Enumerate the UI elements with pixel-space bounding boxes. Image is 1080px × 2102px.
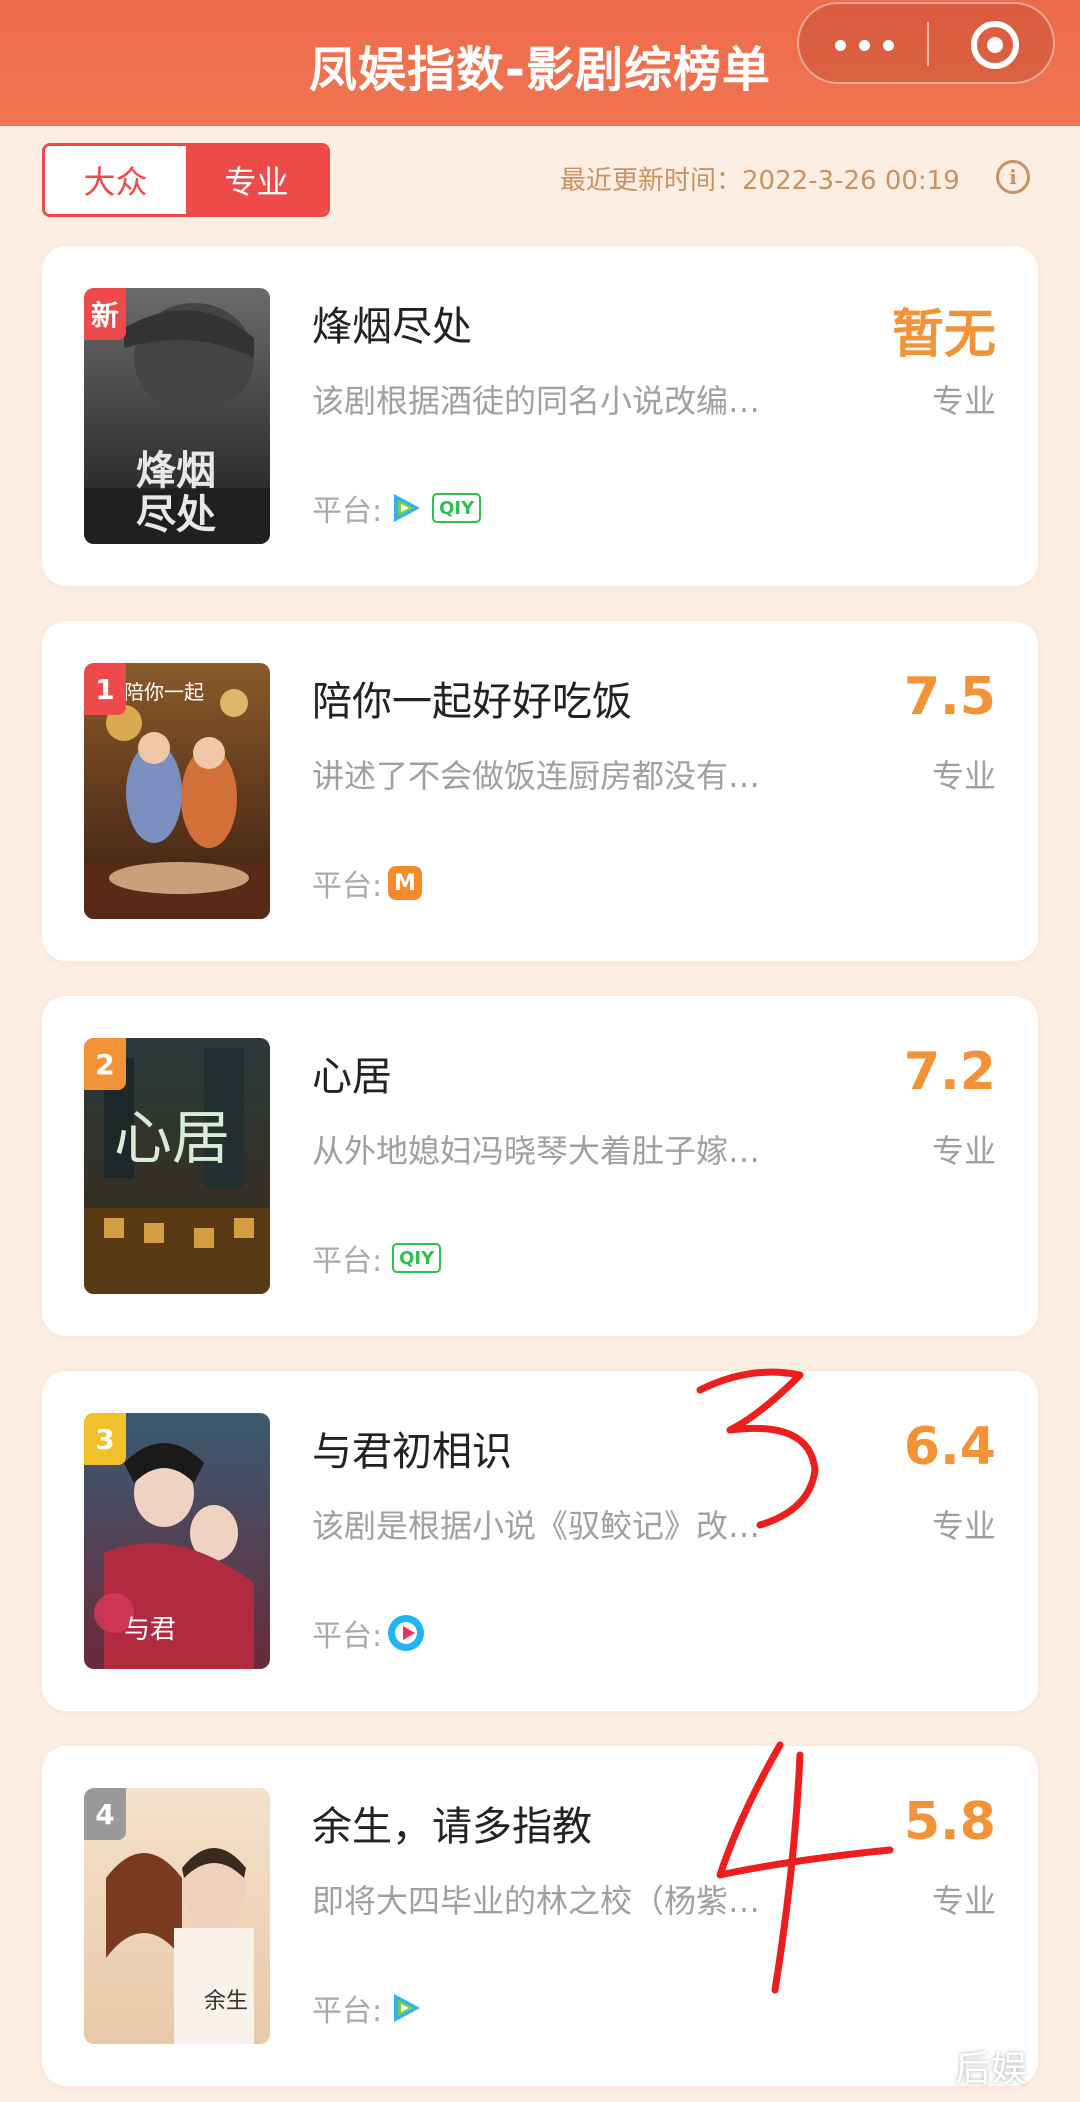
rank-badge: 2 <box>84 1038 126 1090</box>
audience-toggle: 大众 专业 <box>42 143 330 217</box>
score-type-label: 专业 <box>931 757 996 795</box>
poster-image: 烽烟 尽处 新 <box>84 288 270 544</box>
tencent-video-icon <box>394 494 421 522</box>
svg-text:尽处: 尽处 <box>136 492 216 538</box>
list-item[interactable]: 烽烟 尽处 新 烽烟尽处 该剧根据酒徒的同名小说改编… 平台: QIY 暂无 专… <box>42 246 1038 586</box>
platform-label: 平台: <box>312 1244 383 1279</box>
svg-text:与君: 与君 <box>124 1615 176 1645</box>
drama-title: 陪你一起好好吃饭 <box>312 679 632 725</box>
platform-row: 平台: QIY <box>312 1236 442 1280</box>
score-type-label: 专业 <box>931 1882 996 1920</box>
mango-tv-icon: M <box>388 866 423 900</box>
score-value: 6.4 <box>903 1417 996 1477</box>
rank-badge: 1 <box>84 663 126 715</box>
update-time: 最近更新时间：2022-3-26 00:19 <box>560 166 960 196</box>
tencent-video-icon <box>394 1994 421 2022</box>
score-value: 7.5 <box>903 667 996 727</box>
youku-icon <box>388 1615 425 1651</box>
mini-program-capsule <box>797 2 1055 84</box>
score-value: 暂无 <box>891 305 996 365</box>
toggle-public[interactable]: 大众 <box>45 146 186 214</box>
platform-row: 平台: <box>312 1611 425 1655</box>
drama-description: 该剧根据酒徒的同名小说改编… <box>312 382 761 420</box>
poster-image: 余生 4 <box>84 1788 270 2044</box>
score-value: 7.2 <box>903 1042 996 1102</box>
drama-description: 即将大四毕业的林之校（杨紫… <box>312 1882 761 1920</box>
list-item[interactable]: 心居 2 心居 从外地媳妇冯晓琴大着肚子嫁… 平台: QIY 7.2 专业 <box>42 996 1038 1336</box>
score-type-label: 专业 <box>931 1507 996 1545</box>
list-item[interactable]: 余生 4 余生，请多指教 即将大四毕业的林之校（杨紫… 平台: 5.8 专业 <box>42 1746 1038 2086</box>
poster-image: 陪你一起 1 <box>84 663 270 919</box>
header-bar: 凤娱指数-影剧综榜单 <box>0 0 1080 126</box>
platform-row: 平台: QIY <box>312 486 482 530</box>
svg-text:心居: 心居 <box>114 1104 230 1172</box>
platform-label: 平台: <box>312 869 383 904</box>
list-item[interactable]: 与君 3 与君初相识 该剧是根据小说《驭鲛记》改… 平台: 6.4 专业 <box>42 1371 1038 1711</box>
platform-label: 平台: <box>312 1994 383 2029</box>
platform-row: 平台: <box>312 1986 424 2030</box>
rank-badge: 3 <box>84 1413 126 1465</box>
drama-description: 从外地媳妇冯晓琴大着肚子嫁… <box>312 1132 761 1170</box>
score-type-label: 专业 <box>931 382 996 420</box>
drama-description: 讲述了不会做饭连厨房都没有… <box>312 757 761 795</box>
poster-image: 与君 3 <box>84 1413 270 1669</box>
score-value: 5.8 <box>903 1792 996 1852</box>
capsule-divider <box>927 22 929 66</box>
toggle-professional[interactable]: 专业 <box>186 146 327 214</box>
drama-title: 余生，请多指教 <box>312 1804 592 1850</box>
more-icon[interactable] <box>835 40 895 52</box>
platform-label: 平台: <box>312 494 383 529</box>
rank-badge: 4 <box>84 1788 126 1840</box>
info-icon[interactable]: i <box>996 160 1030 194</box>
poster-image: 心居 2 <box>84 1038 270 1294</box>
drama-title: 心居 <box>312 1054 392 1100</box>
platform-label: 平台: <box>312 1619 383 1654</box>
drama-description: 该剧是根据小说《驭鲛记》改… <box>312 1507 761 1545</box>
iqiyi-icon: QIY <box>432 493 482 523</box>
svg-text:烽烟: 烽烟 <box>136 448 216 494</box>
platform-row: 平台: M <box>312 861 423 905</box>
svg-text:余生: 余生 <box>204 1989 248 2014</box>
close-mini-program-icon[interactable] <box>971 21 1019 69</box>
iqiyi-icon: QIY <box>392 1243 442 1273</box>
score-type-label: 专业 <box>931 1132 996 1170</box>
list-item[interactable]: 陪你一起 1 陪你一起好好吃饭 讲述了不会做饭连厨房都没有… 平台: M 7.5… <box>42 621 1038 961</box>
svg-text:陪你一起: 陪你一起 <box>124 680 204 704</box>
new-badge: 新 <box>84 288 126 340</box>
drama-title: 与君初相识 <box>312 1429 512 1475</box>
drama-title: 烽烟尽处 <box>312 304 472 350</box>
watermark: 后娱 <box>955 2049 1028 2090</box>
